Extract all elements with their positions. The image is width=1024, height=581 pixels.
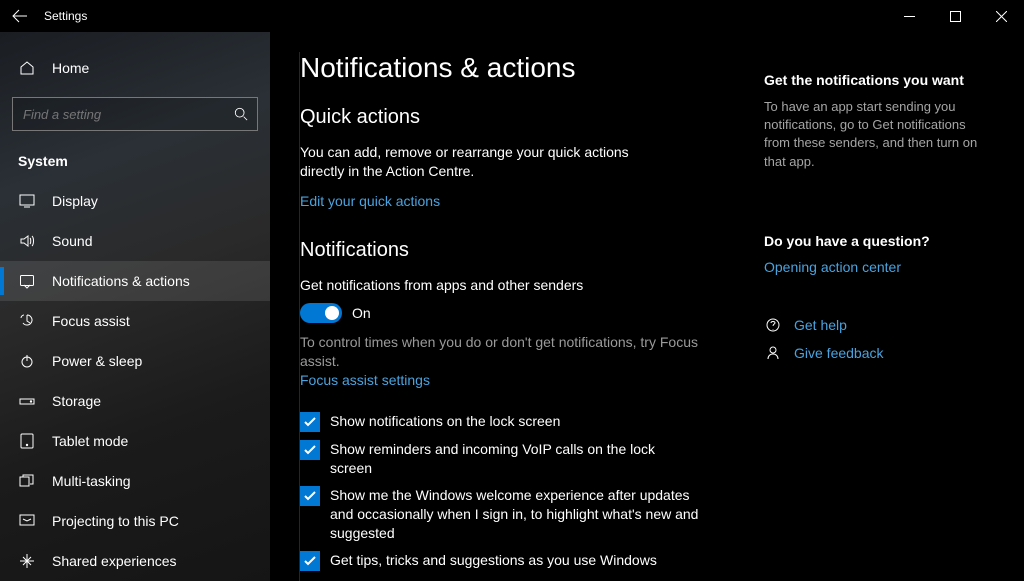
notifications-toggle-state: On <box>352 305 371 321</box>
sidebar-item-label: Shared experiences <box>52 553 177 569</box>
sidebar-item-label: Tablet mode <box>52 433 128 449</box>
checkbox-label: Get tips, tricks and suggestions as you … <box>330 551 657 570</box>
shared-exp-icon <box>18 553 36 569</box>
quick-actions-desc: You can add, remove or rearrange your qu… <box>300 143 660 181</box>
close-button[interactable] <box>978 0 1024 32</box>
notifications-toggle-desc: Get notifications from apps and other se… <box>300 276 660 295</box>
give-feedback-label: Give feedback <box>794 345 884 361</box>
sidebar-nav: Display Sound Notifications & actions Fo… <box>0 181 270 581</box>
sidebar-item-display[interactable]: Display <box>0 181 270 221</box>
sidebar-item-label: Focus assist <box>52 313 130 329</box>
focus-assist-icon <box>18 313 36 329</box>
opening-action-center-link[interactable]: Opening action center <box>764 259 994 275</box>
sidebar-item-label: Power & sleep <box>52 353 142 369</box>
sidebar-item-label: Sound <box>52 233 92 249</box>
quick-actions-heading: Quick actions <box>300 106 734 129</box>
storage-icon <box>18 393 36 409</box>
notifications-icon <box>18 273 36 289</box>
back-button[interactable] <box>10 8 30 24</box>
sidebar-item-label: Display <box>52 193 98 209</box>
question-heading: Do you have a question? <box>764 233 994 249</box>
feedback-icon <box>764 345 782 361</box>
sidebar-item-focus-assist[interactable]: Focus assist <box>0 301 270 341</box>
notifications-heading: Notifications <box>300 239 734 262</box>
display-icon <box>18 193 36 209</box>
sidebar-item-label: Projecting to this PC <box>52 513 179 529</box>
search-input[interactable] <box>21 106 233 123</box>
sidebar-item-projecting[interactable]: Projecting to this PC <box>0 501 270 541</box>
sidebar-item-label: Storage <box>52 393 101 409</box>
sidebar-category: System <box>0 145 270 181</box>
settings-window: Settings Home <box>0 0 1024 581</box>
sound-icon <box>18 233 36 249</box>
tablet-icon <box>18 433 36 449</box>
maximize-button[interactable] <box>932 0 978 32</box>
sidebar-item-shared-exp[interactable]: Shared experiences <box>0 541 270 581</box>
get-help-label: Get help <box>794 317 847 333</box>
get-help-row[interactable]: Get help <box>764 317 994 333</box>
projecting-icon <box>18 513 36 529</box>
tip-heading: Get the notifications you want <box>764 72 994 88</box>
checkbox-lock-screen[interactable] <box>300 412 320 432</box>
focus-assist-settings-link[interactable]: Focus assist settings <box>300 372 430 388</box>
sidebar-item-multitasking[interactable]: Multi-tasking <box>0 461 270 501</box>
sidebar-item-label: Notifications & actions <box>52 273 190 289</box>
window-title: Settings <box>44 9 87 23</box>
notifications-toggle[interactable] <box>300 303 342 323</box>
give-feedback-row[interactable]: Give feedback <box>764 345 994 361</box>
sidebar-item-notifications[interactable]: Notifications & actions <box>0 261 270 301</box>
checkbox-label: Show me the Windows welcome experience a… <box>330 486 700 543</box>
tip-body: To have an app start sending you notific… <box>764 98 994 171</box>
sidebar-home-label: Home <box>52 60 89 76</box>
search-icon <box>233 107 249 121</box>
sidebar-item-sound[interactable]: Sound <box>0 221 270 261</box>
page-title: Notifications & actions <box>300 52 734 84</box>
edit-quick-actions-link[interactable]: Edit your quick actions <box>300 193 440 209</box>
sidebar-home[interactable]: Home <box>0 50 270 85</box>
power-icon <box>18 353 36 369</box>
content: Notifications & actions Quick actions Yo… <box>270 32 1024 581</box>
sidebar-item-power-sleep[interactable]: Power & sleep <box>0 341 270 381</box>
checkbox-label: Show notifications on the lock screen <box>330 412 560 431</box>
checkbox-voip-lock-screen[interactable] <box>300 440 320 460</box>
checkbox-tips[interactable] <box>300 551 320 571</box>
sidebar: Home System Display Sound <box>0 32 270 581</box>
multitasking-icon <box>18 473 36 489</box>
sidebar-item-tablet-mode[interactable]: Tablet mode <box>0 421 270 461</box>
help-icon <box>764 317 782 333</box>
sidebar-item-label: Multi-tasking <box>52 473 131 489</box>
checkbox-label: Show reminders and incoming VoIP calls o… <box>330 440 700 478</box>
minimize-button[interactable] <box>886 0 932 32</box>
focus-assist-hint: To control times when you do or don't ge… <box>300 333 700 371</box>
titlebar: Settings <box>0 0 1024 32</box>
tips-panel: Get the notifications you want To have a… <box>764 52 994 581</box>
search-box[interactable] <box>12 97 258 131</box>
home-icon <box>18 60 36 76</box>
sidebar-item-storage[interactable]: Storage <box>0 381 270 421</box>
checkbox-welcome-experience[interactable] <box>300 486 320 506</box>
